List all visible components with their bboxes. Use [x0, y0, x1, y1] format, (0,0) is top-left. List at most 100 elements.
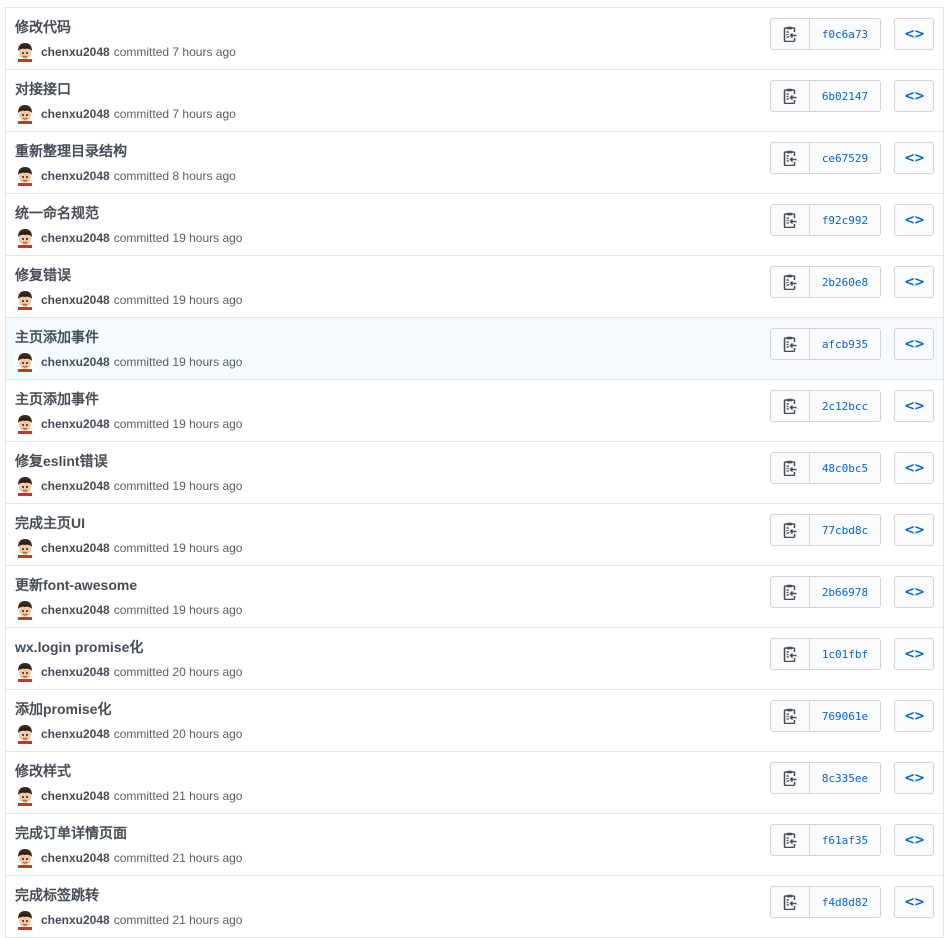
avatar[interactable]	[15, 786, 35, 806]
commit-title[interactable]: 修复错误	[15, 265, 71, 285]
browse-repo-button[interactable]: <>	[894, 204, 934, 236]
avatar[interactable]	[15, 352, 35, 372]
commit-author[interactable]: chenxu2048	[41, 541, 110, 555]
commit-title[interactable]: 统一命名规范	[15, 203, 99, 223]
commit-meta: chenxu2048 committed 19 hours ago	[15, 290, 242, 310]
sha-button-group: 2b260e8	[770, 266, 881, 298]
commit-sha-link[interactable]: 6b02147	[810, 81, 880, 111]
avatar[interactable]	[15, 848, 35, 868]
commit-sha-link[interactable]: 8c335ee	[810, 763, 880, 793]
commit-title[interactable]: 对接接口	[15, 79, 71, 99]
commit-author[interactable]: chenxu2048	[41, 169, 110, 183]
avatar[interactable]	[15, 910, 35, 930]
copy-sha-button[interactable]	[771, 763, 810, 793]
sha-button-group: 6b02147	[770, 80, 881, 112]
sha-button-group: 769061e	[770, 700, 881, 732]
avatar[interactable]	[15, 414, 35, 434]
commit-author[interactable]: chenxu2048	[41, 789, 110, 803]
commit-verb: committed	[113, 169, 170, 183]
browse-repo-button[interactable]: <>	[894, 142, 934, 174]
copy-sha-button[interactable]	[771, 453, 810, 483]
browse-repo-button[interactable]: <>	[894, 762, 934, 794]
avatar[interactable]	[15, 600, 35, 620]
commit-author[interactable]: chenxu2048	[41, 107, 110, 121]
commit-sha-link[interactable]: afcb935	[810, 329, 880, 359]
commit-title[interactable]: 添加promise化	[15, 699, 111, 719]
commit-sha-link[interactable]: 2b66978	[810, 577, 880, 607]
browse-repo-button[interactable]: <>	[894, 328, 934, 360]
commit-author[interactable]: chenxu2048	[41, 665, 110, 679]
copy-sha-button[interactable]	[771, 639, 810, 669]
browse-repo-button[interactable]: <>	[894, 452, 934, 484]
commit-author[interactable]: chenxu2048	[41, 603, 110, 617]
commit-sha-link[interactable]: ce67529	[810, 143, 880, 173]
avatar[interactable]	[15, 662, 35, 682]
commit-sha-link[interactable]: f61af35	[810, 825, 880, 855]
browse-repo-button[interactable]: <>	[894, 514, 934, 546]
commit-sha-link[interactable]: 2c12bcc	[810, 391, 880, 421]
commit-title[interactable]: 主页添加事件	[15, 327, 99, 347]
commit-sha-link[interactable]: 77cbd8c	[810, 515, 880, 545]
commit-sha-link[interactable]: 48c0bc5	[810, 453, 880, 483]
browse-repo-button[interactable]: <>	[894, 700, 934, 732]
browse-repo-button[interactable]: <>	[894, 886, 934, 918]
browse-repo-button[interactable]: <>	[894, 638, 934, 670]
commit-author[interactable]: chenxu2048	[41, 479, 110, 493]
commit-title[interactable]: 修改代码	[15, 17, 71, 37]
browse-repo-button[interactable]: <>	[894, 390, 934, 422]
commit-sha-link[interactable]: f0c6a73	[810, 19, 880, 49]
copy-sha-button[interactable]	[771, 825, 810, 855]
browse-repo-button[interactable]: <>	[894, 576, 934, 608]
commit-time: 7 hours ago	[172, 45, 236, 59]
copy-sha-button[interactable]	[771, 577, 810, 607]
commit-title[interactable]: wx.login promise化	[15, 637, 143, 657]
copy-sha-button[interactable]	[771, 205, 810, 235]
avatar[interactable]	[15, 476, 35, 496]
commit-author[interactable]: chenxu2048	[41, 45, 110, 59]
commit-author[interactable]: chenxu2048	[41, 293, 110, 307]
commit-author[interactable]: chenxu2048	[41, 913, 110, 927]
commit-title[interactable]: 重新整理目录结构	[15, 141, 127, 161]
copy-sha-button[interactable]	[771, 81, 810, 111]
commit-title[interactable]: 完成订单详情页面	[15, 823, 127, 843]
browse-repo-button[interactable]: <>	[894, 80, 934, 112]
avatar[interactable]	[15, 104, 35, 124]
commit-sha-link[interactable]: f92c992	[810, 205, 880, 235]
copy-sha-button[interactable]	[771, 329, 810, 359]
commit-author[interactable]: chenxu2048	[41, 727, 110, 741]
copy-sha-button[interactable]	[771, 143, 810, 173]
commit-sha-link[interactable]: f4d8d82	[810, 887, 880, 917]
copy-sha-button[interactable]	[771, 887, 810, 917]
commit-title[interactable]: 更新font-awesome	[15, 575, 137, 595]
copy-sha-button[interactable]	[771, 391, 810, 421]
browse-repo-button[interactable]: <>	[894, 824, 934, 856]
commit-author[interactable]: chenxu2048	[41, 231, 110, 245]
copy-sha-button[interactable]	[771, 515, 810, 545]
code-brackets-icon: <>	[904, 522, 925, 538]
browse-repo-button[interactable]: <>	[894, 18, 934, 50]
commit-sha-link[interactable]: 1c01fbf	[810, 639, 880, 669]
commit-title[interactable]: 修改样式	[15, 761, 71, 781]
avatar[interactable]	[15, 166, 35, 186]
copy-sha-button[interactable]	[771, 19, 810, 49]
commit-author[interactable]: chenxu2048	[41, 851, 110, 865]
commit-verb: committed	[113, 107, 170, 121]
browse-repo-button[interactable]: <>	[894, 266, 934, 298]
avatar[interactable]	[15, 42, 35, 62]
commit-row: 修复错误 chenxu2048 committed 19 hours ago 2…	[6, 256, 943, 318]
avatar[interactable]	[15, 228, 35, 248]
commit-title[interactable]: 主页添加事件	[15, 389, 99, 409]
commit-time: 7 hours ago	[172, 107, 236, 121]
commit-author[interactable]: chenxu2048	[41, 417, 110, 431]
avatar[interactable]	[15, 538, 35, 558]
copy-sha-button[interactable]	[771, 701, 810, 731]
copy-sha-button[interactable]	[771, 267, 810, 297]
commit-title[interactable]: 完成标签跳转	[15, 885, 99, 905]
avatar[interactable]	[15, 724, 35, 744]
avatar[interactable]	[15, 290, 35, 310]
commit-title[interactable]: 修复eslint错误	[15, 451, 108, 471]
commit-title[interactable]: 完成主页UI	[15, 513, 85, 533]
commit-sha-link[interactable]: 2b260e8	[810, 267, 880, 297]
commit-author[interactable]: chenxu2048	[41, 355, 110, 369]
commit-sha-link[interactable]: 769061e	[810, 701, 880, 731]
